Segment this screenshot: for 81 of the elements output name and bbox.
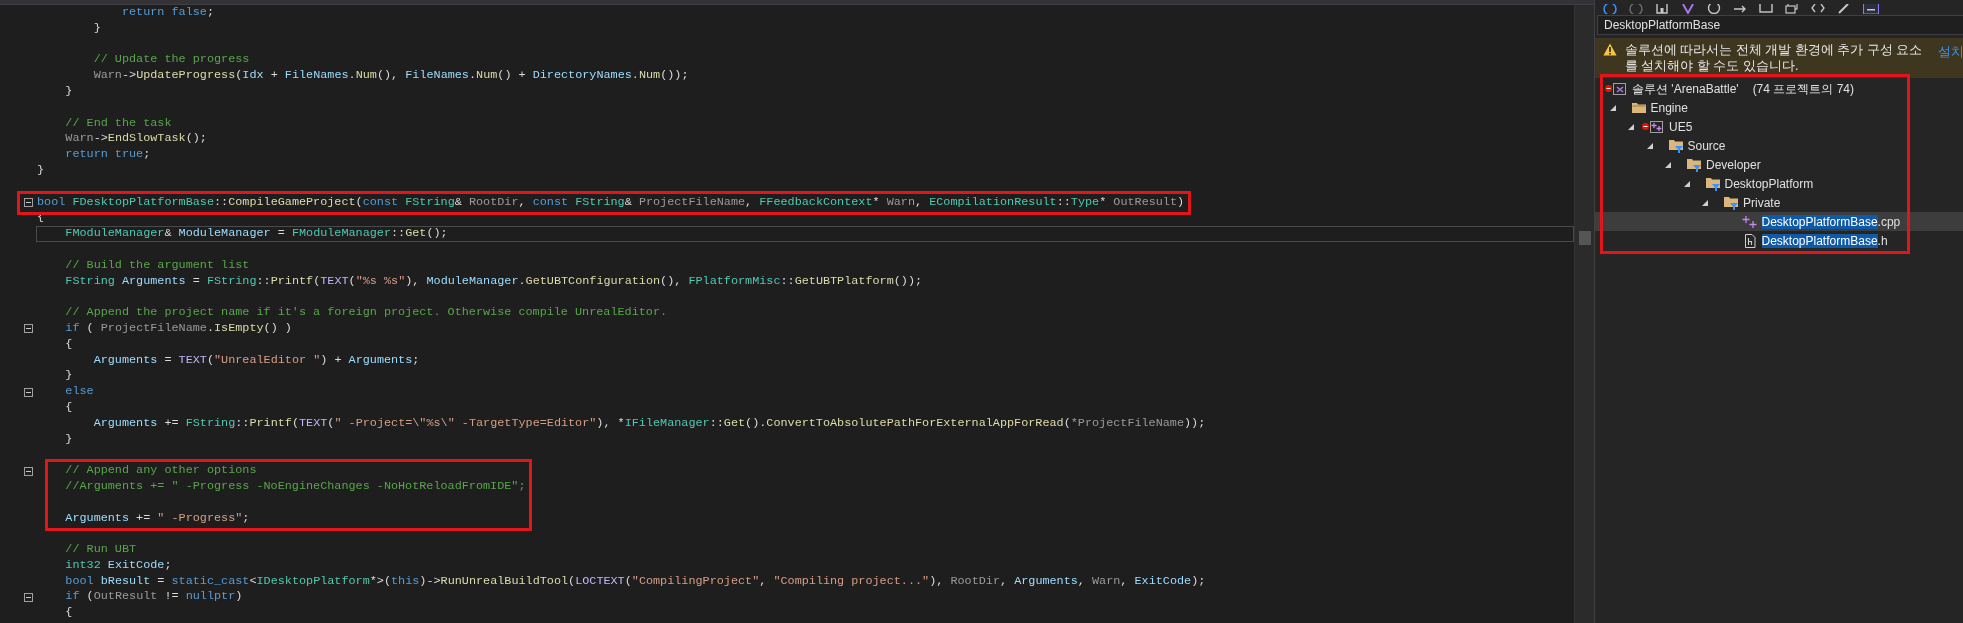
code-line: // Run UBT (64, 542, 138, 558)
folder-icon (1630, 100, 1646, 115)
code-line: Arguments += " -Progress"; (64, 510, 251, 527)
tree-item-label: UE5 (1669, 118, 1693, 136)
tree-row[interactable]: DesktopPlatformBase.h (1595, 231, 1963, 250)
history-icon[interactable] (1707, 4, 1723, 14)
code-line: } (64, 84, 74, 100)
solution-icon (1612, 81, 1627, 96)
code-line: } (64, 431, 74, 448)
code-line: return true; (64, 147, 152, 163)
tree-row[interactable]: Source (1595, 136, 1963, 155)
cpp-file-icon (1741, 214, 1757, 229)
tree-row[interactable]: DesktopPlatform (1595, 174, 1963, 193)
install-link[interactable]: 설치 (1938, 43, 1963, 62)
back-icon[interactable] (1603, 4, 1619, 14)
code-line: Arguments += FString::Printf(TEXT(" -Project=\"%s\" -TargetType=Editor"), *IFileManager::Get().ConvertToAbsolutePathForExternalAppForRead(*ProjectFileName)); (92, 415, 1207, 432)
scrollbar-thumb[interactable] (1578, 231, 1591, 245)
code-line: Warn->UpdateProgress(Idx + FileNames.Num(), FileNames.Num() + DirectoryNames.Num()); (92, 68, 690, 84)
tree-row[interactable]: DesktopPlatformBase.cpp (1595, 212, 1963, 231)
filter-folder-icon (1667, 138, 1683, 153)
code-line: bool FDesktopPlatformBase::CompileGameProject(const FString& RootDir, const FString& ProjectFileName, FFeedbackContext* Warn, ECompilationResult::Type* OutResult) (36, 194, 1186, 211)
expand-icon[interactable] (1664, 160, 1672, 169)
project-count: (74 프로젝트의 74) (1752, 80, 1854, 98)
tree-item-label: Source (1687, 137, 1726, 155)
project-icon (1649, 119, 1664, 134)
tree-row[interactable]: Developer (1595, 155, 1963, 174)
windows-icon[interactable] (1785, 4, 1801, 14)
code-line: //Arguments += " -Progress -NoEngineChanges -NoHotReloadFromIDE"; (64, 478, 527, 495)
tree-row[interactable]: Private (1595, 193, 1963, 212)
scrollbar[interactable] (1574, 5, 1594, 623)
collapse-icon[interactable] (24, 197, 33, 207)
collapse-icon[interactable] (24, 592, 33, 602)
code-line: { (64, 399, 74, 416)
code-line: int32 ExitCode; (64, 557, 173, 574)
code-line: { (64, 605, 74, 622)
search-field[interactable]: DesktopPlatformBase (1597, 15, 1963, 35)
tree-row[interactable]: Engine (1595, 98, 1963, 117)
collapse-icon[interactable] (24, 324, 33, 334)
code-line: if (OutResult != nullptr) (64, 589, 244, 606)
code-line: // Append the project name if it's a foreign project. Otherwise compile UnrealEditor. (64, 305, 669, 321)
home-icon[interactable] (1655, 4, 1671, 14)
filter-folder-icon (1686, 157, 1701, 172)
expand-icon[interactable] (1627, 122, 1635, 131)
expand-icon[interactable] (1701, 198, 1709, 207)
tree-row[interactable]: 솔루션 'ArenaBattle' (74 프로젝트의 74) (1595, 79, 1963, 98)
warning-icon (1603, 43, 1617, 56)
code-line: { (64, 336, 74, 353)
code-line: FString Arguments = FString::Printf(TEXT("%s %s"), ModuleManager.GetUBTConfiguration(), FPlatformMisc::GetUBTPlatform()); (64, 273, 924, 290)
code-line: // Build the argument list (64, 257, 251, 274)
warning-message: 솔루션에 따라서는 전체 개발 환경에 추가 구성 요소를 설치해야 할 수도 있습니다. (1625, 43, 1924, 74)
code-line: } (92, 20, 102, 37)
collapse-icon[interactable] (24, 466, 33, 476)
forward-icon[interactable] (1629, 4, 1645, 14)
preview-icon[interactable] (1863, 4, 1879, 14)
tree-item-label: Developer (1706, 156, 1761, 174)
code-line: } (64, 368, 74, 385)
filter-folder-icon (1704, 176, 1720, 191)
tree-item-label: DesktopPlatformBase.h (1761, 232, 1888, 250)
code-line: // Update the progress (92, 52, 251, 69)
tree-item-label: DesktopPlatformBase.cpp (1761, 213, 1901, 231)
filter-folder-icon (1723, 195, 1738, 210)
expand-icon[interactable] (1682, 179, 1691, 188)
code-line: } (36, 162, 46, 179)
expand-icon[interactable] (1608, 103, 1617, 112)
expand-icon[interactable] (1645, 141, 1654, 150)
tree-row[interactable]: UE5 (1595, 117, 1963, 136)
code-icon[interactable] (1811, 4, 1827, 14)
code-line: // Append any other options (64, 463, 258, 479)
code-line: Warn->EndSlowTask(); (64, 131, 208, 148)
tree-item-label: 솔루션 'ArenaBattle' (1632, 80, 1739, 98)
tree-item-label: DesktopPlatform (1724, 175, 1814, 193)
code-line: bool bResult = static_cast<IDesktopPlatform*>(this)->RunUnrealBuildTool(LOCTEXT("CompilingProject", "Compiling project..."), RootDir, Arguments, Warn, ExitCode); (64, 573, 1207, 590)
tree-item-label: Engine (1650, 99, 1688, 117)
window-icon[interactable] (1759, 4, 1775, 14)
collapse-icon[interactable] (24, 387, 33, 397)
code-line: return false; (120, 5, 215, 21)
code-line: if ( ProjectFileName.IsEmpty() ) (64, 320, 293, 337)
code-line: // End the task (64, 115, 173, 132)
tree-item-label: Private (1743, 194, 1781, 212)
code-line: Arguments = TEXT("UnrealEditor ") + Arguments; (92, 352, 421, 369)
code-line: else (64, 384, 95, 400)
